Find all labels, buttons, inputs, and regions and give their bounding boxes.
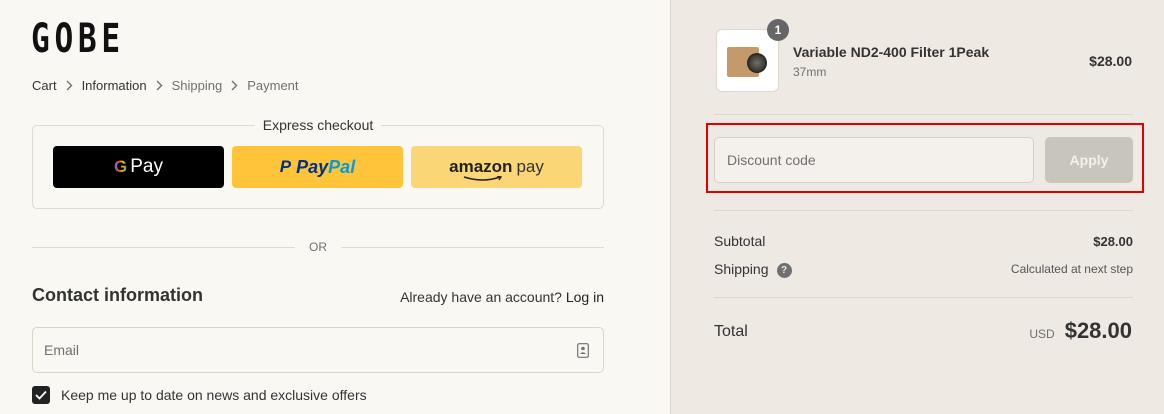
contact-information-heading: Contact information <box>32 285 203 305</box>
or-divider: OR <box>32 240 604 254</box>
express-checkout-box: Express checkout G Pay P PayPal amazon p… <box>32 117 604 209</box>
paypal-wordmark: PayPal <box>296 156 356 177</box>
discount-code-field[interactable] <box>714 137 1034 183</box>
store-logo[interactable]: GOBE <box>31 16 125 62</box>
product-variant: 37mm <box>793 65 827 79</box>
divider <box>714 114 1133 115</box>
quantity-badge: 1 <box>767 19 789 41</box>
newsletter-option[interactable]: Keep me up to date on news and exclusive… <box>32 386 367 404</box>
amazon-pay-button[interactable]: amazon pay <box>411 146 582 188</box>
checkmark-icon <box>35 390 47 400</box>
amazon-pay-label: pay <box>516 157 544 176</box>
breadcrumb-payment: Payment <box>247 78 299 93</box>
account-prompt: Already have an account? Log in <box>400 289 604 305</box>
subtotal-row: Subtotal $28.00 <box>714 233 1133 249</box>
breadcrumb-cart[interactable]: Cart <box>32 78 57 93</box>
email-input[interactable] <box>33 328 603 372</box>
or-label: OR <box>309 240 327 254</box>
total-amount-group: USD $28.00 <box>1029 318 1132 344</box>
total-label: Total <box>714 323 748 340</box>
breadcrumb-information: Information <box>81 78 147 93</box>
product-name: Variable ND2-400 Filter 1Peak <box>793 44 990 60</box>
shipping-value: Calculated at next step <box>1010 262 1133 277</box>
google-g-icon: G <box>114 157 128 176</box>
amazon-wordmark: amazon <box>449 157 512 181</box>
chevron-right-icon <box>66 80 73 91</box>
paypal-logo-icon: P <box>279 157 292 176</box>
google-pay-label: Pay <box>130 156 163 177</box>
newsletter-checkbox[interactable] <box>32 386 50 404</box>
newsletter-label: Keep me up to date on news and exclusive… <box>61 387 367 403</box>
chevron-right-icon <box>156 80 163 91</box>
contact-card-icon[interactable] <box>577 343 589 363</box>
subtotal-label: Subtotal <box>714 233 766 249</box>
divider <box>714 297 1133 298</box>
express-checkout-title: Express checkout <box>254 117 382 133</box>
checkout-main-panel: GOBE Cart Information Shipping Payment E… <box>0 0 670 414</box>
chevron-right-icon <box>231 80 238 91</box>
breadcrumb: Cart Information Shipping Payment <box>32 78 299 93</box>
shipping-row: Shipping? Calculated at next step <box>714 261 1133 278</box>
help-icon[interactable]: ? <box>776 262 792 278</box>
product-price: $28.00 <box>1089 53 1132 69</box>
discount-code-input[interactable] <box>715 138 1033 182</box>
apply-discount-button[interactable]: Apply <box>1045 137 1133 183</box>
total-amount: $28.00 <box>1064 318 1132 343</box>
product-thumbnail <box>716 29 779 92</box>
divider <box>714 210 1133 211</box>
amazon-smile-icon <box>463 176 503 181</box>
subtotal-value: $28.00 <box>1093 233 1133 249</box>
order-summary-panel: 1 Variable ND2-400 Filter 1Peak 37mm $28… <box>670 0 1164 414</box>
breadcrumb-shipping: Shipping <box>171 78 223 93</box>
google-pay-button[interactable]: G Pay <box>53 146 224 188</box>
email-field[interactable] <box>32 327 604 373</box>
currency-code: USD <box>1029 327 1055 341</box>
shipping-label: Shipping <box>714 261 769 277</box>
paypal-button[interactable]: P PayPal <box>232 146 403 188</box>
login-link[interactable]: Log in <box>566 289 604 305</box>
